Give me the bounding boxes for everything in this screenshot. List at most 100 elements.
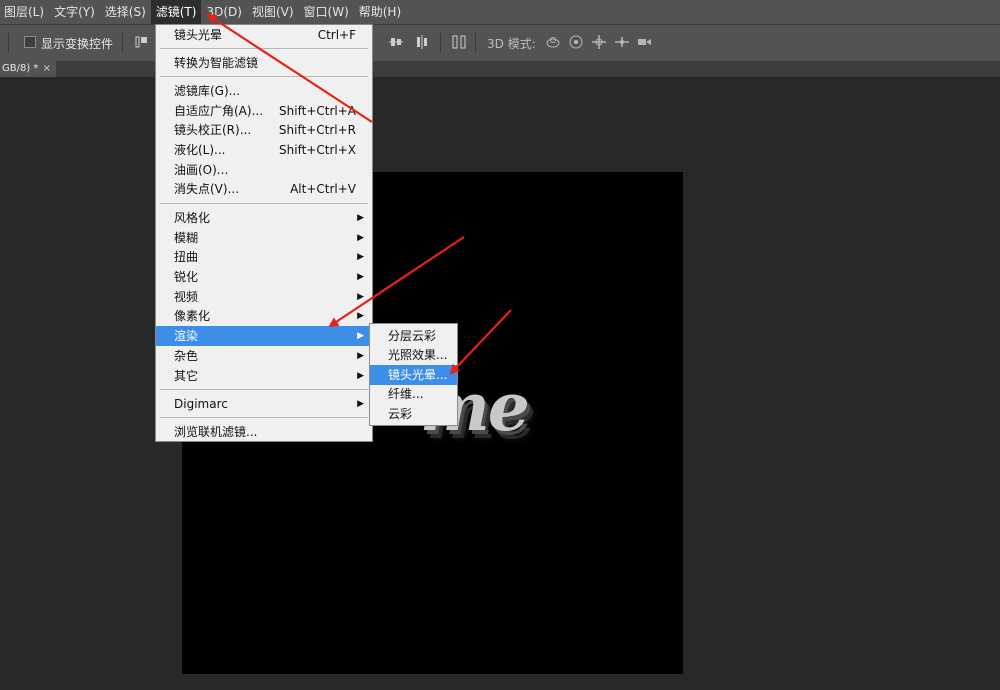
filter-menu-item-pixelate[interactable]: 像素化 ▶ — [156, 306, 372, 326]
filter-menu-item-stylize[interactable]: 风格化 ▶ — [156, 208, 372, 228]
menu-item-label: 液化(L)... — [174, 143, 226, 157]
filter-menu-item-blur[interactable]: 模糊 ▶ — [156, 228, 372, 248]
menu-item-label: 浏览联机滤镜... — [174, 425, 258, 439]
menu-separator — [160, 76, 368, 77]
submenu-arrow-icon: ▶ — [357, 311, 364, 321]
menu-item-label: 镜头光晕 — [174, 28, 223, 42]
align-top-icon[interactable] — [134, 34, 150, 50]
options-separator — [122, 33, 123, 53]
menu-item-shortcut: Shift+Ctrl+A — [279, 104, 356, 118]
menu-select[interactable]: 选择(S) — [100, 0, 151, 24]
menu-item-label: Digimarc — [174, 397, 228, 411]
filter-menu-item-liquify[interactable]: 液化(L)... Shift+Ctrl+X — [156, 140, 372, 160]
filter-menu-item-lens-correction[interactable]: 镜头校正(R)... Shift+Ctrl+R — [156, 120, 372, 140]
menu-item-label: 消失点(V)... — [174, 182, 240, 196]
options-bar: 显示变换控件 3D 模式: — [0, 24, 1000, 62]
filter-menu: 镜头光晕 Ctrl+F 转换为智能滤镜 滤镜库(G)... 自适应广角(A)..… — [155, 24, 373, 442]
submenu-arrow-icon: ▶ — [357, 233, 364, 243]
menu-item-shortcut: Alt+Ctrl+V — [290, 182, 356, 196]
close-icon[interactable]: × — [43, 61, 51, 77]
menu-item-shortcut: Shift+Ctrl+R — [278, 123, 356, 137]
options-separator — [475, 33, 476, 53]
menu-item-label: 转换为智能滤镜 — [174, 56, 259, 70]
document-tab-bar: GB/8) * × — [0, 61, 1000, 77]
render-submenu-item-clouds[interactable]: 云彩 — [370, 404, 457, 424]
filter-menu-item-sharpen[interactable]: 锐化 ▶ — [156, 267, 372, 287]
options-separator — [440, 33, 441, 53]
submenu-arrow-icon: ▶ — [357, 351, 364, 361]
3d-pan-icon[interactable] — [591, 34, 607, 50]
filter-menu-item-video[interactable]: 视频 ▶ — [156, 287, 372, 307]
document-tab[interactable]: GB/8) * × — [0, 61, 56, 77]
menu-item-label: 自适应广角(A)... — [174, 104, 264, 118]
options-separator — [8, 33, 9, 53]
menu-item-label: 杂色 — [174, 349, 199, 363]
menu-3d[interactable]: 3D(D) — [201, 0, 246, 24]
distribute-icon[interactable] — [451, 34, 467, 50]
align-horizontal-center-icon[interactable] — [414, 34, 430, 50]
show-transform-label: 显示变换控件 — [41, 37, 114, 51]
menu-help[interactable]: 帮助(H) — [354, 0, 406, 24]
menu-separator — [160, 203, 368, 204]
menu-item-label: 镜头光晕... — [388, 368, 448, 382]
menu-item-label: 镜头校正(R)... — [174, 123, 252, 137]
filter-menu-item-other[interactable]: 其它 ▶ — [156, 366, 372, 386]
menu-item-label: 像素化 — [174, 309, 211, 323]
menu-bar: 图层(L) 文字(Y) 选择(S) 滤镜(T) 3D(D) 视图(V) 窗口(W… — [0, 0, 1000, 24]
menu-item-label: 模糊 — [174, 231, 199, 245]
filter-menu-item-digimarc[interactable]: Digimarc ▶ — [156, 394, 372, 414]
render-submenu-item-lighting-effects[interactable]: 光照效果... — [370, 345, 457, 365]
filter-menu-item-render[interactable]: 渲染 ▶ — [156, 326, 372, 346]
filter-menu-item-convert-smart-filter[interactable]: 转换为智能滤镜 — [156, 53, 372, 73]
filter-menu-item-distort[interactable]: 扭曲 ▶ — [156, 247, 372, 267]
render-submenu: 分层云彩 光照效果... 镜头光晕... 纤维... 云彩 — [369, 323, 458, 426]
menu-item-shortcut: Shift+Ctrl+X — [279, 143, 356, 157]
filter-menu-item-filter-gallery[interactable]: 滤镜库(G)... — [156, 81, 372, 101]
render-submenu-item-lens-flare[interactable]: 镜头光晕... — [370, 365, 457, 385]
menu-view[interactable]: 视图(V) — [247, 0, 299, 24]
submenu-arrow-icon: ▶ — [357, 213, 364, 223]
render-submenu-item-fibers[interactable]: 纤维... — [370, 384, 457, 404]
submenu-arrow-icon: ▶ — [357, 292, 364, 302]
filter-menu-item-vanishing-point[interactable]: 消失点(V)... Alt+Ctrl+V — [156, 179, 372, 199]
menu-filter[interactable]: 滤镜(T) — [150, 0, 202, 24]
filter-menu-item-noise[interactable]: 杂色 ▶ — [156, 346, 372, 366]
menu-separator — [160, 417, 368, 418]
show-transform-checkbox[interactable] — [24, 36, 36, 48]
menu-item-label: 云彩 — [388, 407, 413, 421]
menu-item-label: 锐化 — [174, 270, 199, 284]
menu-item-shortcut: Ctrl+F — [317, 28, 356, 42]
3d-camera-icon[interactable] — [636, 34, 652, 50]
3d-orbit-icon[interactable] — [545, 34, 561, 50]
filter-menu-item-adaptive-wide-angle[interactable]: 自适应广角(A)... Shift+Ctrl+A — [156, 101, 372, 121]
submenu-arrow-icon: ▶ — [357, 252, 364, 262]
3d-mode-label: 3D 模式: — [487, 37, 536, 51]
menu-item-label: 滤镜库(G)... — [174, 84, 241, 98]
menu-item-label: 其它 — [174, 369, 199, 383]
filter-menu-item-oil-paint[interactable]: 油画(O)... — [156, 160, 372, 180]
submenu-arrow-icon: ▶ — [357, 331, 364, 341]
menu-item-label: 风格化 — [174, 211, 211, 225]
submenu-arrow-icon: ▶ — [357, 399, 364, 409]
3d-roll-icon[interactable] — [568, 34, 584, 50]
menu-item-label: 渲染 — [174, 329, 199, 343]
menu-item-label: 视频 — [174, 290, 199, 304]
document-tab-title: GB/8) * — [2, 63, 39, 74]
menu-layer[interactable]: 图层(L) — [0, 0, 49, 24]
menu-separator — [160, 389, 368, 390]
menu-window[interactable]: 窗口(W) — [299, 0, 354, 24]
menu-item-label: 分层云彩 — [388, 329, 437, 343]
align-vertical-center-icon[interactable] — [388, 34, 404, 50]
menu-item-label: 纤维... — [388, 387, 424, 401]
menu-type[interactable]: 文字(Y) — [49, 0, 100, 24]
filter-menu-item-browse-online[interactable]: 浏览联机滤镜... — [156, 422, 372, 442]
menu-item-label: 光照效果... — [388, 348, 448, 362]
menu-separator — [160, 48, 368, 49]
submenu-arrow-icon: ▶ — [357, 371, 364, 381]
render-submenu-item-difference-clouds[interactable]: 分层云彩 — [370, 326, 457, 346]
menu-item-label: 扭曲 — [174, 250, 199, 264]
menu-item-label: 油画(O)... — [174, 163, 229, 177]
3d-slide-icon[interactable] — [614, 34, 630, 50]
filter-menu-item-last-filter[interactable]: 镜头光晕 Ctrl+F — [156, 25, 372, 45]
submenu-arrow-icon: ▶ — [357, 272, 364, 282]
